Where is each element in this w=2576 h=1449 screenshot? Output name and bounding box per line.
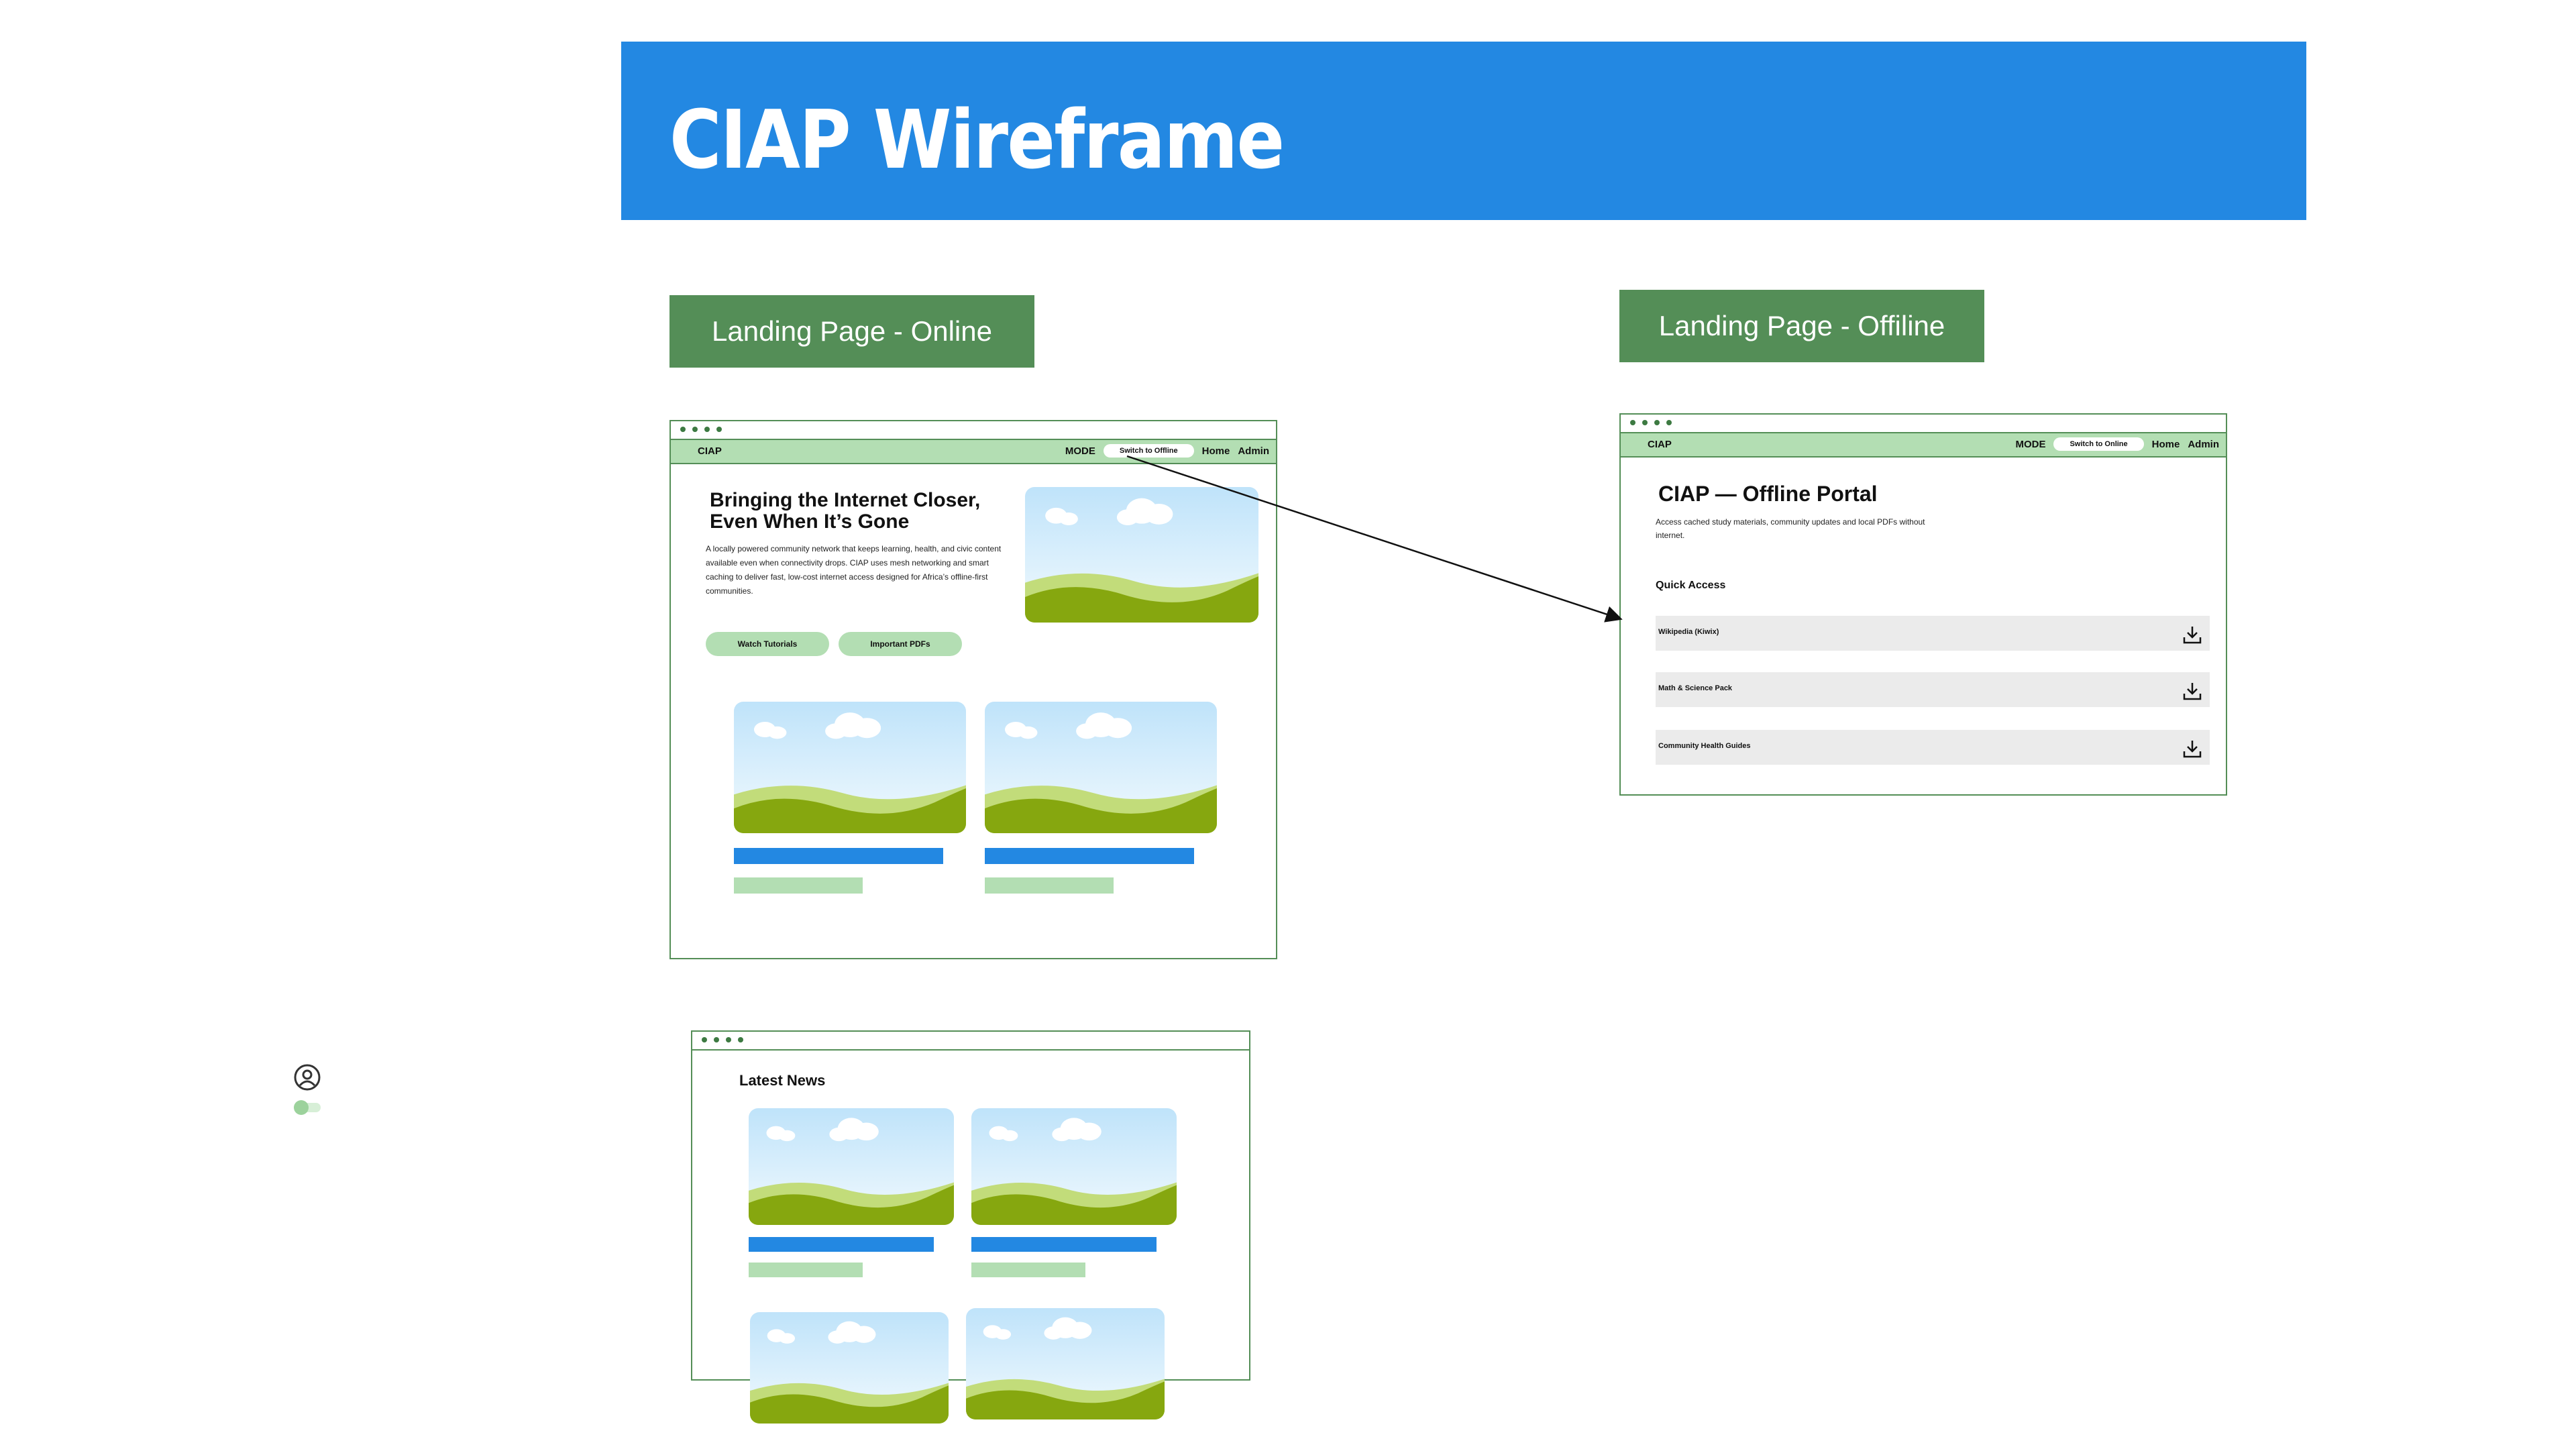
news-card-image[interactable]: [749, 1108, 954, 1225]
news-title-placeholder: [971, 1237, 1157, 1252]
label-landing-offline: Landing Page - Offiline: [1619, 290, 1984, 362]
landscape-illustration: [750, 1321, 949, 1424]
header-banner: CIAP Wireframe: [621, 42, 2306, 220]
window-dots-icon: [702, 1037, 743, 1042]
news-card-image[interactable]: [750, 1312, 949, 1424]
nav-home-link[interactable]: Home: [2152, 439, 2180, 450]
watch-tutorials-button[interactable]: Watch Tutorials: [706, 632, 829, 656]
page-title: CIAP Wireframe: [669, 94, 1285, 187]
quick-access-item-label: Wikipedia (Kiwix): [1658, 628, 1719, 636]
news-subtitle-placeholder: [971, 1263, 1085, 1277]
quick-access-item[interactable]: Wikipedia (Kiwix): [1656, 616, 2210, 651]
card-image[interactable]: [985, 702, 1217, 833]
quick-access-item[interactable]: Math & Science Pack: [1656, 672, 2210, 707]
quick-access-item[interactable]: Community Health Guides: [1656, 730, 2210, 765]
landscape-illustration: [1025, 498, 1258, 623]
card-title-placeholder: [734, 848, 943, 864]
quick-access-item-label: Community Health Guides: [1658, 742, 1751, 750]
card-title-placeholder: [985, 848, 1194, 864]
card-image[interactable]: [734, 702, 966, 833]
landscape-illustration: [971, 1118, 1177, 1225]
card-subtitle-placeholder: [734, 877, 863, 894]
nav-brand[interactable]: CIAP: [1648, 439, 1672, 450]
offline-landing-frame: CIAP MODE Switch to Online Home Admin CI…: [1619, 413, 2227, 796]
mode-label: MODE: [2015, 438, 2046, 450]
nav-brand[interactable]: CIAP: [698, 445, 722, 457]
quick-access-heading: Quick Access: [1656, 580, 1726, 591]
offline-portal-subtitle: Access cached study materials, community…: [1656, 517, 1925, 540]
hero-title: Bringing the Internet Closer, Even When …: [710, 489, 981, 533]
download-icon[interactable]: [2180, 679, 2204, 703]
news-card-image[interactable]: [971, 1108, 1177, 1225]
toggle-icon[interactable]: [292, 1099, 323, 1116]
news-card-image[interactable]: [966, 1308, 1165, 1419]
nav-admin-link[interactable]: Admin: [2188, 439, 2219, 450]
hero-image: [1025, 487, 1258, 623]
label-landing-online: Landing Page - Online: [669, 295, 1034, 368]
download-icon[interactable]: [2180, 737, 2204, 761]
browser-topbar: [1621, 415, 2226, 433]
quick-access-item-label: Math & Science Pack: [1658, 684, 1733, 692]
landscape-illustration: [966, 1317, 1165, 1419]
browser-topbar: [671, 421, 1276, 440]
latest-news-heading: Latest News: [739, 1072, 826, 1089]
window-dots-icon: [680, 427, 722, 432]
online-landing-frame: CIAP MODE Switch to Offline Home Admin B…: [669, 420, 1277, 959]
card-subtitle-placeholder: [985, 877, 1114, 894]
offline-portal-title: CIAP — Offline Portal: [1658, 482, 1878, 506]
navbar: CIAP MODE Switch to Online Home Admin: [1621, 433, 2226, 458]
mode-label: MODE: [1065, 445, 1095, 457]
landscape-illustration: [985, 712, 1217, 833]
nav-admin-link[interactable]: Admin: [1238, 445, 1269, 457]
browser-topbar: [692, 1032, 1249, 1051]
navbar: CIAP MODE Switch to Offline Home Admin: [671, 440, 1276, 464]
window-dots-icon: [1630, 420, 1672, 425]
switch-mode-button[interactable]: Switch to Offline: [1103, 444, 1194, 458]
download-icon[interactable]: [2180, 623, 2204, 647]
user-circle-icon[interactable]: [292, 1063, 322, 1092]
important-pdfs-button[interactable]: Important PDFs: [839, 632, 962, 656]
hero-description: A locally powered community network that…: [706, 544, 1002, 596]
nav-home-link[interactable]: Home: [1202, 445, 1230, 457]
news-title-placeholder: [749, 1237, 934, 1252]
switch-mode-button[interactable]: Switch to Online: [2053, 437, 2144, 451]
landscape-illustration: [749, 1118, 954, 1225]
landscape-illustration: [734, 712, 966, 833]
news-subtitle-placeholder: [749, 1263, 863, 1277]
